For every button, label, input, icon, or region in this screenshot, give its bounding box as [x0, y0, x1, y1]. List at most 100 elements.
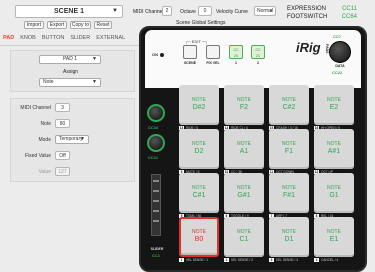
- chevron-down-icon: ▼: [92, 79, 97, 85]
- pad-note-name: C#2: [282, 104, 296, 111]
- external-expression-row: EXPRESSION CC11: [287, 5, 367, 13]
- cc21-button[interactable]: CC 21: [251, 45, 265, 59]
- pad-15[interactable]: NOTE C#2: [269, 85, 309, 125]
- tab-button[interactable]: BUTTON: [39, 33, 68, 44]
- pad-note-label: NOTE: [282, 185, 296, 191]
- on-label: ON: [152, 52, 158, 57]
- pad-settings-panel: MIDI Channel 3 Note 80 Mode Temporary ▼ …: [10, 98, 135, 182]
- pad-midi-channel-label: MIDI Channel: [20, 105, 51, 111]
- pad-note-name: F1: [284, 148, 294, 155]
- footswitch-cc: CC64: [341, 14, 357, 20]
- pad-function-label: CANCEL / 4: [321, 258, 339, 262]
- fix-vel-button[interactable]: [206, 45, 220, 59]
- pad-note-label: NOTE: [327, 185, 341, 191]
- pad-note-label: NOTE: [237, 229, 251, 235]
- pad-3[interactable]: NOTE D1: [269, 217, 309, 257]
- knob-1[interactable]: [147, 104, 165, 122]
- midi-channel-field[interactable]: 2: [162, 6, 172, 16]
- chevron-down-icon: ▼: [92, 56, 97, 62]
- footswitch-label: FOOTSWITCH: [287, 14, 328, 20]
- velocity-curve-select[interactable]: Normal ▼: [254, 6, 276, 16]
- pad-2[interactable]: NOTE C1: [224, 217, 264, 257]
- copy-to-button[interactable]: Copy to: [70, 21, 91, 29]
- data-knob-cc-top: CC7: [333, 34, 342, 39]
- cc20-button-index: 1: [235, 61, 237, 65]
- pad-midi-channel-field[interactable]: 3: [55, 103, 70, 112]
- cc21-button-num: 21: [256, 54, 260, 58]
- fixed-value-field[interactable]: Off: [55, 151, 70, 160]
- pad-number: 4: [314, 258, 319, 262]
- pad-caption: 4 CANCEL / 4: [314, 258, 358, 264]
- knob-1-cc: CC10: [148, 125, 159, 130]
- pad-13[interactable]: NOTE D#2: [179, 85, 219, 125]
- pad-6[interactable]: NOTE G#1: [224, 173, 264, 213]
- slider-cc: CC1: [152, 253, 161, 258]
- scene-button[interactable]: [183, 45, 197, 59]
- note-field[interactable]: 80: [55, 119, 70, 128]
- tab-knob[interactable]: KNOB: [17, 33, 39, 44]
- slider-mark: [153, 180, 159, 182]
- pad-number: 3: [269, 258, 274, 262]
- pad-note-label: NOTE: [237, 141, 251, 147]
- pad-7[interactable]: NOTE F#1: [269, 173, 309, 213]
- pad-caption: 1 VEL SENSE / 1: [179, 258, 223, 264]
- pad-function-label: VEL SENSE / 2: [231, 258, 254, 262]
- assign-label: Assign: [63, 69, 79, 75]
- pad-note-name: C#1: [192, 192, 206, 199]
- irig-pads-device: ON ┌─ EDIT ─┐ SCENE FIX VEL CC 20 1 CC 2…: [139, 26, 367, 272]
- pad-4[interactable]: NOTE E1: [314, 217, 354, 257]
- knob-2[interactable]: [147, 134, 165, 152]
- pad-note-label: NOTE: [282, 97, 296, 103]
- value-label: Value: [38, 169, 51, 175]
- pad-8[interactable]: NOTE G1: [314, 173, 354, 213]
- pad-select[interactable]: PAD 1 ▼: [39, 55, 101, 64]
- tab-pad[interactable]: PAD: [0, 33, 17, 44]
- assign-select[interactable]: Note ▼: [39, 78, 101, 87]
- pad-function-label: VEL SENSE / 3: [276, 258, 299, 262]
- pad-11[interactable]: NOTE F1: [269, 129, 309, 169]
- import-button[interactable]: Import: [24, 21, 44, 29]
- pad-16[interactable]: NOTE E2: [314, 85, 354, 125]
- pad-14[interactable]: NOTE F2: [224, 85, 264, 125]
- pad-10[interactable]: NOTE A1: [224, 129, 264, 169]
- pad-12[interactable]: NOTE A#1: [314, 129, 354, 169]
- cc20-button-num: 20: [234, 54, 238, 58]
- brand-logo: iRig: [296, 40, 321, 55]
- pad-5[interactable]: NOTE C#1: [179, 173, 219, 213]
- data-knob[interactable]: [329, 41, 351, 63]
- pad-9[interactable]: NOTE D2: [179, 129, 219, 169]
- pad-number: 1: [179, 258, 184, 262]
- pad-note-name: B0: [194, 236, 204, 243]
- reset-button[interactable]: Reset: [94, 21, 112, 29]
- export-button[interactable]: Export: [47, 21, 67, 29]
- expression-label: EXPRESSION: [287, 6, 327, 12]
- pad-note-name: E1: [329, 236, 339, 243]
- mode-select[interactable]: Temporary ▼: [55, 135, 89, 144]
- chevron-down-icon: ▼: [269, 8, 273, 13]
- pad-note-name: D2: [194, 148, 204, 155]
- pad-note-name: E2: [329, 104, 339, 111]
- tab-bar: PAD KNOB BUTTON SLIDER EXTERNAL: [0, 33, 140, 44]
- tab-slider[interactable]: SLIDER: [67, 33, 93, 44]
- pad-note-label: NOTE: [192, 141, 206, 147]
- chevron-down-icon: ▼: [112, 8, 118, 14]
- scene-select[interactable]: SCENE 1 ▼: [15, 5, 123, 18]
- device-header: ON ┌─ EDIT ─┐ SCENE FIX VEL CC 20 1 CC 2…: [145, 30, 361, 88]
- slider-mark: [153, 220, 159, 222]
- external-footswitch-row: FOOTSWITCH CC64: [287, 13, 367, 21]
- slider-track[interactable]: [151, 174, 161, 236]
- midi-channel-label: MIDI Channel: [133, 9, 164, 15]
- assign-value: Note: [43, 79, 54, 85]
- pad-note-label: NOTE: [327, 229, 341, 235]
- pad-caption: 3 VEL SENSE / 3: [269, 258, 313, 264]
- chevron-down-icon: ▼: [80, 136, 85, 142]
- tab-external[interactable]: EXTERNAL: [93, 33, 128, 44]
- pad-1[interactable]: NOTE B0: [179, 217, 219, 257]
- knob-2-cc: CC11: [148, 155, 159, 160]
- power-indicator: ON: [152, 52, 164, 57]
- octave-field[interactable]: 0: [198, 6, 212, 16]
- slider-mark: [153, 200, 159, 202]
- data-knob-cc: CC22: [332, 70, 343, 75]
- cc20-button[interactable]: CC 20: [229, 45, 243, 59]
- pad-note-label: NOTE: [192, 229, 206, 235]
